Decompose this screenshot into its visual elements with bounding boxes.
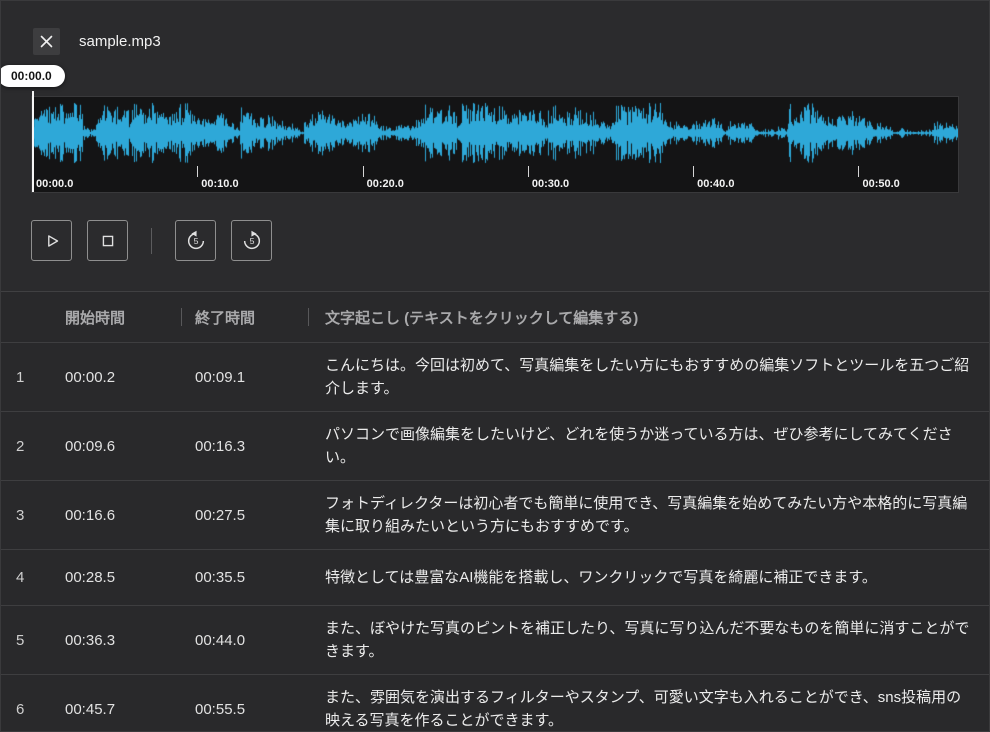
transcript-body: 1 00:00.2 00:09.1 こんにちは。今回は初めて、写真編集をしたい方にもお… — [1, 342, 989, 731]
file-title: sample.mp3 — [79, 33, 161, 50]
table-header: 開始時間 終了時間 文字起こし (テキストをクリックして編集する) — [1, 292, 989, 342]
table-row: 3 00:16.6 00:27.5 フォトディレクターは初心者でも簡単に使用でき、写真… — [1, 480, 989, 549]
row-end-time[interactable]: 00:09.1 — [195, 369, 325, 386]
table-row: 1 00:00.2 00:09.1 こんにちは。今回は初めて、写真編集をしたい方にもお… — [1, 342, 989, 411]
ruler-tick-mark — [858, 166, 860, 177]
row-end-time[interactable]: 00:35.5 — [195, 569, 325, 586]
close-button[interactable] — [33, 28, 60, 55]
row-end-time[interactable]: 00:16.3 — [195, 438, 325, 455]
header-end-time: 終了時間 — [195, 309, 256, 327]
waveform-canvas[interactable] — [32, 102, 958, 164]
play-icon — [41, 230, 63, 252]
ruler-tick-label: 00:40.0 — [697, 178, 735, 190]
ruler-tick-label: 00:10.0 — [201, 178, 239, 190]
row-end-time[interactable]: 00:55.5 — [195, 701, 325, 718]
rewind-5-icon: 5 — [185, 230, 207, 252]
forward-5-icon: 5 — [241, 230, 263, 252]
row-index: 5 — [16, 631, 25, 649]
play-button[interactable] — [31, 220, 72, 261]
row-index: 4 — [16, 569, 25, 586]
header-separator — [308, 308, 309, 326]
row-transcript-text[interactable]: フォトディレクターは初心者でも簡単に使用でき、写真編集を始めてみたい方や本格的に… — [325, 492, 971, 538]
playhead-time-tooltip: 00:00.0 — [1, 65, 65, 87]
ruler-tick-label: 00:30.0 — [531, 178, 570, 190]
playhead[interactable] — [32, 91, 34, 192]
ruler-tick-mark — [362, 166, 364, 177]
waveform-panel[interactable]: 00:00.0 00:10.0 00:20.0 00:30.0 00:40.0 00:50… — [31, 91, 959, 193]
ruler-tick-label: 00:50.0 — [862, 178, 900, 190]
svg-text:5: 5 — [193, 236, 198, 246]
row-end-time[interactable]: 00:44.0 — [195, 632, 325, 649]
row-transcript-text[interactable]: パソコンで画像編集をしたいけど、どれを使うか迷っている方は、ぜひ参考にしてみてく… — [325, 423, 971, 469]
ruler-tick-label: 00:20.0 — [366, 178, 404, 190]
svg-text:5: 5 — [249, 236, 254, 246]
titlebar: sample.mp3 — [1, 1, 989, 58]
table-row: 2 00:09.6 00:16.3 パソコンで画像編集をしたいけど、どれを使うか迷って… — [1, 411, 989, 480]
row-start-time[interactable]: 00:09.6 — [65, 438, 195, 455]
stop-button[interactable] — [87, 220, 128, 261]
stop-icon — [97, 230, 119, 252]
transport-separator — [151, 227, 152, 254]
transcription-window: sample.mp3 00:00.0 00:00.0 00:10.0 00:20.0… — [0, 0, 990, 732]
row-index: 1 — [16, 368, 25, 386]
row-start-time[interactable]: 00:45.7 — [65, 701, 195, 718]
row-transcript-text[interactable]: 特徴としては豊富なAI機能を搭載し、ワンクリックで写真を綺麗に補正できます。 — [325, 566, 971, 589]
player-area: 00:00.0 00:00.0 00:10.0 00:20.0 00:30.0 00:4… — [1, 65, 989, 262]
row-start-time[interactable]: 00:36.3 — [65, 632, 195, 649]
row-transcript-text[interactable]: こんにちは。今回は初めて、写真編集をしたい方にもおすすめの編集ソフトとツールを五… — [325, 354, 971, 400]
ruler-tick-mark — [197, 166, 199, 177]
rewind-5-button[interactable]: 5 — [175, 220, 216, 261]
transcript-table: 開始時間 終了時間 文字起こし (テキストをクリックして編集する) 1 00:00… — [1, 292, 989, 731]
header-start-time: 開始時間 — [65, 309, 126, 327]
table-row: 5 00:36.3 00:44.0 また、ぼやけた写真のピントを補正したり、写真に写り… — [1, 605, 989, 674]
row-index: 3 — [16, 506, 25, 524]
forward-5-button[interactable]: 5 — [231, 220, 272, 261]
close-icon — [40, 35, 53, 48]
row-start-time[interactable]: 00:00.2 — [65, 369, 195, 386]
transport-controls: 5 5 — [31, 219, 989, 262]
table-row: 6 00:45.7 00:55.5 また、雰囲気を演出するフィルターやスタンプ、可愛い… — [1, 674, 989, 731]
row-index: 6 — [16, 700, 25, 718]
header-separator — [181, 308, 182, 326]
row-index: 2 — [16, 437, 25, 455]
row-transcript-text[interactable]: また、雰囲気を演出するフィルターやスタンプ、可愛い文字も入れることができ、sns… — [325, 686, 971, 731]
ruler-tick-mark — [527, 166, 529, 177]
row-end-time[interactable]: 00:27.5 — [195, 507, 325, 524]
time-ruler: 00:00.0 00:10.0 00:20.0 00:30.0 00:40.0 00:50… — [32, 164, 958, 192]
ruler-tick-mark — [693, 166, 695, 177]
row-start-time[interactable]: 00:28.5 — [65, 569, 195, 586]
table-row: 4 00:28.5 00:35.5 特徴としては豊富なAI機能を搭載し、ワンクリックで… — [1, 549, 989, 605]
ruler-tick-label: 00:00.0 — [36, 178, 74, 190]
row-start-time[interactable]: 00:16.6 — [65, 507, 195, 524]
row-transcript-text[interactable]: また、ぼやけた写真のピントを補正したり、写真に写り込んだ不要なものを簡単に消すこ… — [325, 617, 971, 663]
header-transcript: 文字起こし (テキストをクリックして編集する) — [325, 309, 639, 327]
